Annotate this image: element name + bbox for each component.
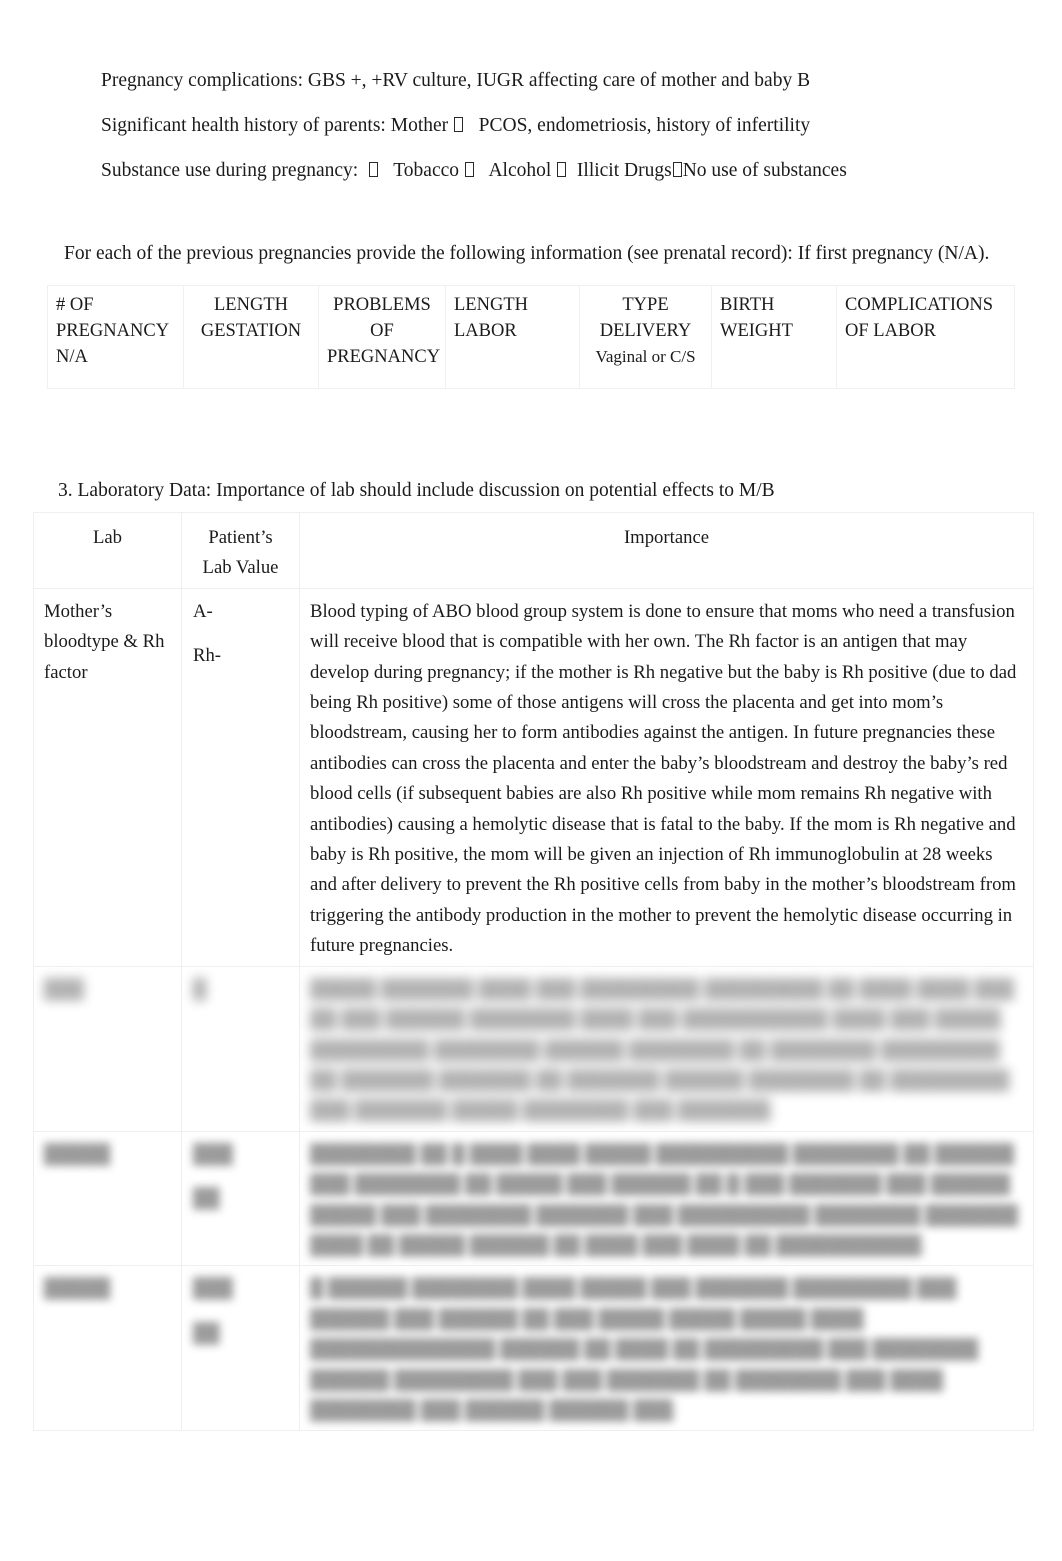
header-line: OF LABOR: [845, 321, 936, 341]
intro-text-run: Alcohol: [474, 160, 557, 181]
intro-text-run: Substance use during pregnancy:: [101, 160, 368, 181]
importance-text: ████████ ██ █ ████ ████ █████ ██████████…: [310, 1143, 1018, 1256]
header-cell-lab: Lab: [33, 512, 182, 589]
value-spacer: [193, 627, 289, 641]
header-line: Patient’s: [208, 527, 273, 548]
value-spacer: [193, 1170, 289, 1184]
header-subline: Vaginal or C/S: [595, 347, 696, 366]
table-row: ███ █ █████ ███████ ████ ███ █████████ ███…: [33, 965, 1034, 1132]
intro-line-parent-health-history: Significant health history of parents: M…: [101, 103, 981, 148]
lab-name-line: ███: [44, 978, 84, 1000]
cell-lab-name: █████: [33, 1130, 182, 1267]
header-line: PROBLEMS OF: [333, 295, 431, 341]
importance-text: Blood typing of ABO blood group system i…: [310, 600, 1017, 957]
table-header-row: # OF PREGNANCY N/A LENGTH GESTATION PROB…: [47, 285, 1015, 389]
cell-importance: Blood typing of ABO blood group system i…: [299, 587, 1034, 967]
document-page: Pregnancy complications: GBS +, +RV cult…: [0, 0, 1062, 1561]
intro-text-run: No use of substances: [682, 160, 847, 181]
intro-text-run: Illicit Drugs: [567, 160, 672, 181]
cell-lab-name: ███: [33, 965, 182, 1132]
header-line: LENGTH: [214, 295, 288, 315]
intro-text-run: Significant health history of parents: M…: [101, 115, 454, 136]
cell-patient-lab-value: A- Rh-: [181, 587, 300, 967]
lab-name-line: █████: [44, 1278, 111, 1300]
lab-value-line: Rh-: [193, 645, 222, 667]
cell-importance: ████████ ██ █ ████ ████ █████ ██████████…: [299, 1130, 1034, 1267]
header-line: PREGNANCY: [327, 347, 441, 367]
header-line: N/A: [56, 347, 88, 367]
missing-glyph-box-icon: [368, 162, 378, 177]
header-line: Lab Value: [202, 557, 279, 579]
header-cell-birth-weight: BIRTH WEIGHT: [711, 285, 837, 389]
header-line: Importance: [623, 527, 710, 548]
importance-text: █████ ███████ ████ ███ █████████ ███████…: [310, 978, 1015, 1122]
intro-text-run: PCOS, endometriosis, history of infertil…: [464, 115, 811, 136]
lab-table-header-row: Lab Patient’s Lab Value Importance: [33, 512, 1034, 589]
lab-section-heading: 3. Laboratory Data: Importance of lab sh…: [58, 480, 775, 501]
cell-patient-lab-value: ███ ██: [181, 1130, 300, 1267]
header-cell-problems-pregnancy: PROBLEMS OF PREGNANCY: [318, 285, 446, 389]
lab-value-line: A-: [193, 600, 213, 622]
intro-block: Pregnancy complications: GBS +, +RV cult…: [101, 58, 981, 193]
header-cell-patient-lab-value: Patient’s Lab Value: [181, 512, 300, 589]
cell-patient-lab-value: █: [181, 965, 300, 1132]
header-line: PREGNANCY: [56, 321, 170, 341]
missing-glyph-box-icon: [464, 162, 474, 177]
laboratory-data-table: Lab Patient’s Lab Value Importance Mothe…: [33, 512, 1034, 1432]
lab-value-line: █: [193, 978, 207, 1000]
header-line: COMPLICATIONS: [845, 295, 994, 315]
lab-value-line: ██: [193, 1188, 220, 1210]
header-line: # OF: [56, 295, 94, 315]
table-row: Mother’s bloodtype & Rh factor A- Rh- Blood…: [33, 587, 1034, 967]
value-spacer: [193, 1305, 289, 1319]
cell-patient-lab-value: ███ ██: [181, 1265, 300, 1432]
missing-glyph-box-icon: [454, 117, 464, 132]
header-line: GESTATION: [200, 321, 302, 341]
header-line: LABOR: [454, 321, 517, 341]
header-line: DELIVERY: [599, 321, 692, 341]
intro-line-substance-use: Substance use during pregnancy: Tobacco …: [101, 148, 981, 193]
header-line: BIRTH: [720, 295, 775, 315]
importance-text: █ ██████ ████████ ████ █████ ███ ███████…: [310, 1278, 979, 1421]
cell-importance: █████ ███████ ████ ███ █████████ ███████…: [299, 965, 1034, 1132]
prenatal-record-prompt: For each of the previous pregnancies pro…: [64, 243, 990, 264]
table-row: █████ ███ ██ █ ██████ ████████ ████ █████ █…: [33, 1265, 1034, 1432]
missing-glyph-box-icon: [672, 162, 682, 177]
cell-lab-name: █████: [33, 1265, 182, 1432]
header-cell-importance: Importance: [299, 512, 1034, 589]
header-cell-length-labor: LENGTH LABOR: [445, 285, 580, 389]
cell-lab-name: Mother’s bloodtype & Rh factor: [33, 587, 182, 967]
lab-value-line: ███: [193, 1278, 233, 1300]
header-cell-type-delivery: TYPE DELIVERY Vaginal or C/S: [579, 285, 712, 389]
header-line: Lab: [92, 527, 123, 548]
header-cell-length-gestation: LENGTH GESTATION: [183, 285, 319, 389]
header-cell-complications-labor: COMPLICATIONS OF LABOR: [836, 285, 1015, 389]
lab-value-line: ███: [193, 1143, 233, 1165]
intro-line-pregnancy-complications: Pregnancy complications: GBS +, +RV cult…: [101, 58, 981, 103]
table-row: █████ ███ ██ ████████ ██ █ ████ ████ █████ …: [33, 1130, 1034, 1267]
missing-glyph-box-icon: [557, 162, 567, 177]
intro-text-run: Pregnancy complications: GBS +, +RV cult…: [101, 70, 811, 91]
header-cell-num-pregnancy: # OF PREGNANCY N/A: [47, 285, 184, 389]
lab-value-line: ██: [193, 1322, 220, 1344]
previous-pregnancies-table: # OF PREGNANCY N/A LENGTH GESTATION PROB…: [47, 285, 1015, 389]
cell-importance: █ ██████ ████████ ████ █████ ███ ███████…: [299, 1265, 1034, 1432]
header-line: WEIGHT: [720, 321, 793, 341]
lab-name-line: █████: [44, 1143, 111, 1165]
intro-text-run: Tobacco: [378, 160, 464, 181]
header-line: TYPE: [622, 295, 669, 315]
header-line: LENGTH: [454, 295, 528, 315]
